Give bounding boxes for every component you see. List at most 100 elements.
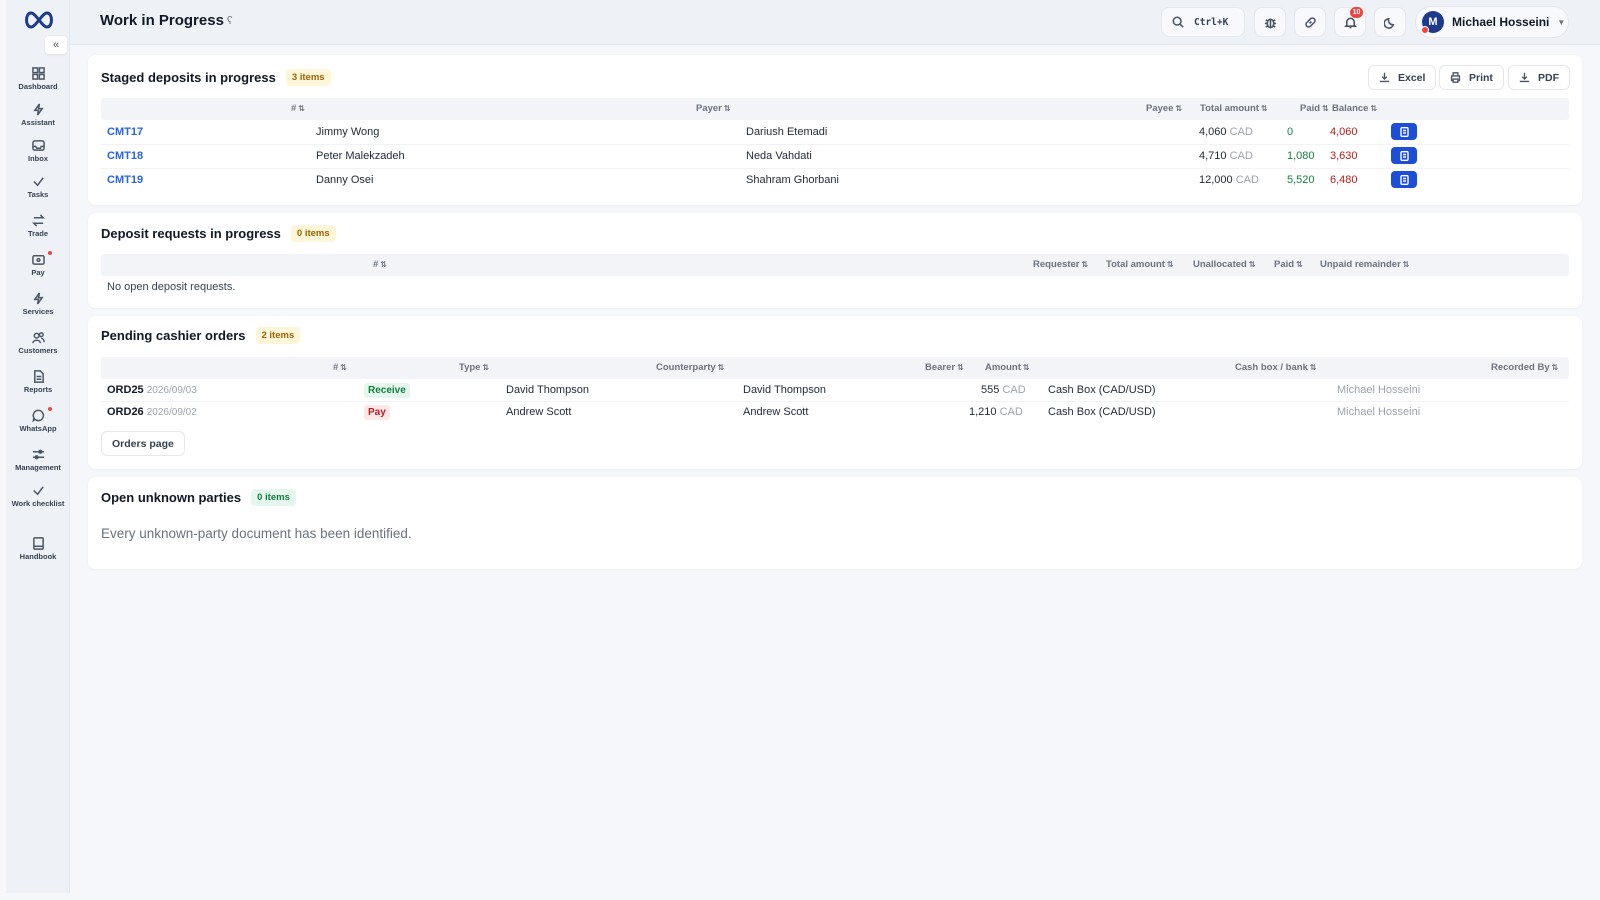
pdf-export-button[interactable]: PDF [1508, 65, 1570, 90]
page-title: Work in Progress [100, 12, 224, 29]
sidebar-item-dashboard[interactable]: Dashboard [6, 67, 70, 91]
sidebar-item-label: WhatsApp [19, 424, 57, 433]
payee: Neda Vahdati [746, 150, 812, 162]
col-number[interactable]: # ⇅ [373, 259, 387, 270]
button-label: Excel [1398, 71, 1426, 84]
col-bearer[interactable]: Bearer ⇅ [925, 362, 964, 373]
col-paid[interactable]: Paid ⇅ [1274, 259, 1303, 270]
sidebar-item-work-checklist[interactable]: Work checklist [6, 484, 70, 508]
col-counterparty[interactable]: Counterparty ⇅ [656, 362, 724, 373]
col-amount[interactable]: Amount ⇅ [985, 362, 1030, 373]
print-button[interactable]: Print [1439, 65, 1504, 90]
link-button[interactable] [1294, 7, 1326, 37]
open-document-button[interactable] [1391, 171, 1417, 188]
empty-state: No open deposit requests. [107, 281, 236, 293]
sidebar-item-handbook[interactable]: Handbook [6, 537, 70, 561]
order-id[interactable]: ORD26 2026/09/02 [107, 406, 197, 418]
bug-report-button[interactable] [1254, 7, 1286, 37]
col-number[interactable]: # ⇅ [333, 362, 347, 373]
staged-deposits-card: Staged deposits in progress 3 items Exce… [88, 55, 1582, 205]
theme-toggle-button[interactable] [1374, 7, 1406, 37]
document-icon [1399, 174, 1409, 185]
avatar: M [1421, 11, 1444, 34]
col-total-amount[interactable]: Total amount ⇅ [1106, 259, 1174, 270]
sidebar-item-pay[interactable]: Pay [6, 251, 70, 277]
type-badge: Receive [364, 383, 410, 398]
col-payer[interactable]: Payer ⇅ [696, 103, 731, 114]
open-document-button[interactable] [1391, 123, 1417, 140]
cash-box: Cash Box (CAD/USD) [1048, 406, 1156, 418]
sidebar-item-tasks[interactable]: Tasks [6, 175, 70, 199]
sidebar-item-label: Management [15, 463, 61, 472]
sidebar-item-label: Reports [23, 385, 53, 394]
logo-icon[interactable] [22, 10, 56, 30]
col-recorded-by[interactable]: Recorded By ⇅ [1491, 362, 1558, 373]
sidebar-item-label: Inbox [28, 154, 48, 163]
pin-icon[interactable]: ʕ [227, 15, 233, 27]
sidebar-item-customers[interactable]: Customers [6, 331, 70, 355]
col-type[interactable]: Type ⇅ [459, 362, 489, 373]
col-balance[interactable]: Balance ⇅ [1332, 103, 1377, 114]
paid: 1,080 [1287, 150, 1315, 162]
orders-page-button[interactable]: Orders page [101, 431, 185, 456]
table-row: ORD26 2026/09/02 Pay Andrew Scott Andrew… [101, 402, 1569, 424]
payer: Danny Osei [316, 174, 374, 186]
col-unallocated[interactable]: Unallocated ⇅ [1193, 259, 1256, 270]
order-id[interactable]: ORD25 2026/09/03 [107, 384, 197, 396]
counterparty: David Thompson [506, 384, 589, 396]
sidebar-item-assistant[interactable]: Assistant [6, 103, 70, 127]
sidebar-item-inbox[interactable]: Inbox [6, 139, 70, 163]
sidebar-item-label: Assistant [21, 118, 55, 127]
col-number[interactable]: # ⇅ [291, 103, 305, 114]
excel-export-button[interactable]: Excel [1368, 65, 1437, 90]
notifications-button[interactable]: 10 [1334, 7, 1366, 37]
sidebar-item-trade[interactable]: Trade [6, 214, 70, 238]
card-title: Pending cashier orders [101, 328, 246, 343]
user-menu[interactable]: M Michael Hosseini ▼ [1415, 6, 1569, 38]
table-row: CMT17 Jimmy Wong Dariush Etemadi 4,060 C… [101, 121, 1569, 145]
search-button[interactable]: Ctrl+K [1161, 7, 1245, 37]
total-amount: 4,060 CAD [1199, 126, 1253, 138]
col-payee[interactable]: Payee ⇅ [1146, 103, 1182, 114]
deposit-id-link[interactable]: CMT19 [107, 174, 143, 186]
search-icon [1172, 16, 1184, 28]
counterparty: Andrew Scott [506, 406, 572, 418]
collapse-sidebar-button[interactable]: « [45, 36, 67, 54]
count-badge: 0 items [251, 489, 296, 506]
sidebar-item-label: Pay [31, 268, 45, 277]
col-cash-box[interactable]: Cash box / bank ⇅ [1235, 362, 1317, 373]
download-icon [1519, 72, 1530, 83]
sidebar-item-reports[interactable]: Reports [6, 370, 70, 394]
notification-dot [48, 251, 52, 255]
col-unpaid-remainder[interactable]: Unpaid remainder ⇅ [1320, 259, 1409, 270]
notifications-count-badge: 10 [1350, 7, 1363, 18]
sidebar-item-label: Services [22, 307, 54, 316]
col-paid[interactable]: Paid ⇅ [1300, 103, 1329, 114]
sidebar-item-services[interactable]: Services [6, 292, 70, 316]
table-header: # ⇅ Payer ⇅ Payee ⇅ Total amount ⇅ Paid ⇅ Bal… [101, 98, 1569, 120]
wallet-icon [31, 255, 45, 265]
deposit-id-link[interactable]: CMT18 [107, 150, 143, 162]
balance: 3,630 [1330, 150, 1358, 162]
col-requester[interactable]: Requester ⇅ [1033, 259, 1088, 270]
sidebar: « Dashboard Assistant Inbox Tasks Trade … [6, 0, 70, 893]
chat-icon [31, 409, 44, 422]
col-total-amount[interactable]: Total amount ⇅ [1200, 103, 1268, 114]
cashier-orders-card: Pending cashier orders 2 items # ⇅ Type ⇅ … [88, 316, 1582, 469]
open-document-button[interactable] [1391, 147, 1417, 164]
document-icon [1399, 150, 1409, 161]
table-row: CMT18 Peter Malekzadeh Neda Vahdati 4,71… [101, 145, 1569, 169]
sidebar-item-whatsapp[interactable]: WhatsApp [6, 407, 70, 433]
sidebar-item-management[interactable]: Management [6, 448, 70, 472]
unknown-parties-card: Open unknown parties 0 items Every unkno… [88, 477, 1582, 569]
download-icon [1379, 72, 1390, 83]
cash-box: Cash Box (CAD/USD) [1048, 384, 1156, 396]
users-icon [31, 332, 45, 344]
sidebar-item-label: Customers [18, 346, 58, 355]
amount: 555 CAD [981, 384, 1026, 396]
card-title: Deposit requests in progress [101, 226, 281, 241]
dashboard-icon [31, 67, 45, 80]
deposit-id-link[interactable]: CMT17 [107, 126, 143, 138]
bolt-icon [32, 292, 44, 305]
printer-icon [1450, 72, 1461, 83]
